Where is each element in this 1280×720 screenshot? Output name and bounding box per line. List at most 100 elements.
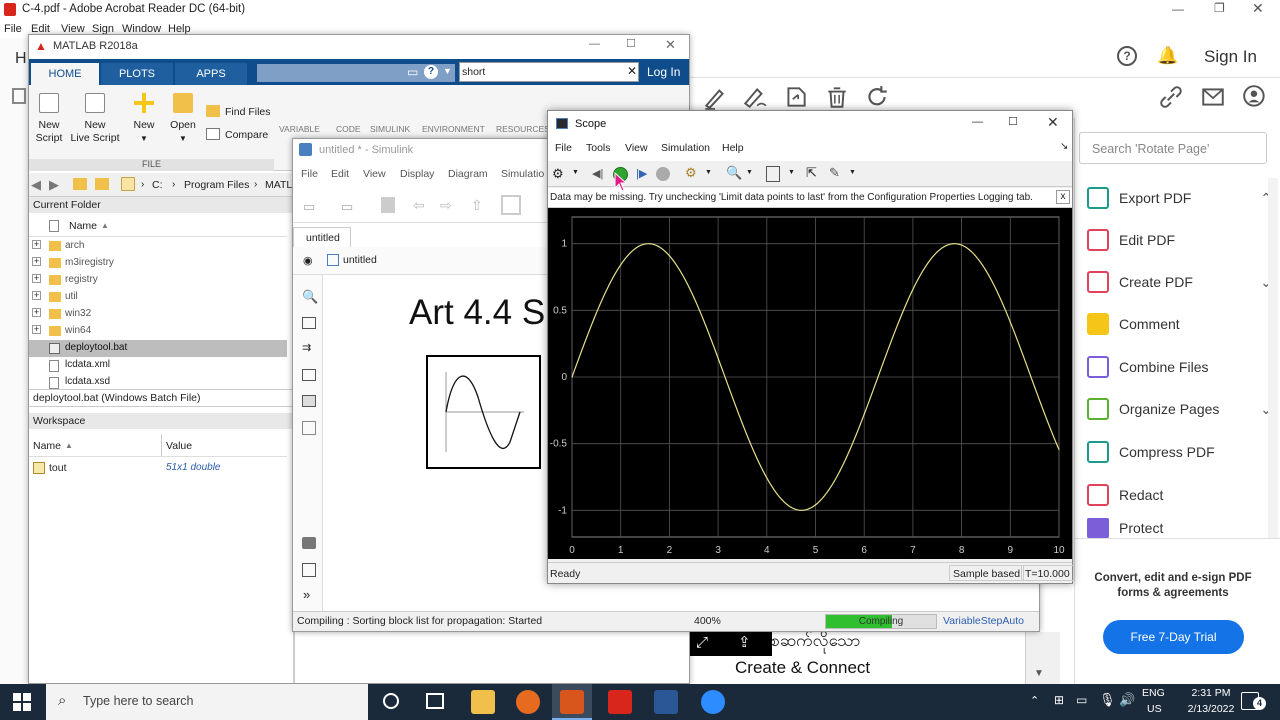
tab-home[interactable]: HOME (31, 63, 99, 85)
language-indicator[interactable]: ENG (1142, 687, 1165, 699)
dock-icon[interactable]: ↘ (1060, 141, 1068, 152)
new-button[interactable]: New ▼ (124, 93, 164, 145)
tools-scrollbar[interactable] (1268, 178, 1278, 538)
region-indicator[interactable]: US (1147, 703, 1162, 715)
menu-display[interactable]: Display (400, 168, 434, 180)
file-explorer-icon[interactable] (471, 690, 495, 714)
close-icon[interactable]: ✕ (1047, 114, 1059, 131)
taskbar-search-box[interactable]: ⌕ Type here to search (46, 684, 368, 720)
tool-protect[interactable]: Protect (1087, 518, 1272, 538)
ws-name-header[interactable]: Name (33, 440, 61, 452)
expand-palette-icon[interactable]: » (303, 587, 310, 602)
list-item[interactable]: + util (29, 289, 287, 306)
measurement-icon[interactable]: ✎ (829, 165, 840, 181)
expand-icon[interactable]: + (32, 291, 41, 300)
chevron-down-icon[interactable]: ▼ (572, 169, 579, 176)
sign-icon[interactable] (742, 84, 768, 110)
tool-comment[interactable]: Comment (1087, 303, 1272, 345)
file-list-header[interactable]: Name ▲ (29, 215, 287, 237)
windows-start-icon[interactable] (13, 693, 31, 711)
bell-icon[interactable]: 🔔 (1157, 46, 1178, 66)
library-browser-icon[interactable] (501, 195, 521, 215)
expand-icon[interactable]: + (32, 308, 41, 317)
menu-diagram[interactable]: Diagram (448, 168, 488, 180)
model-browser-icon[interactable]: ◉ (303, 254, 313, 267)
breadcrumb-label[interactable]: untitled (343, 254, 377, 266)
minimize-icon[interactable]: — (972, 116, 983, 128)
solver-link[interactable]: VariableStepAuto (943, 615, 1024, 627)
word-icon[interactable] (654, 690, 678, 714)
properties-icon[interactable] (302, 563, 316, 577)
help-icon[interactable]: ? (1117, 46, 1137, 66)
page-thumbnails-icon[interactable] (12, 88, 26, 104)
open-button[interactable]: Open ▼ (163, 93, 203, 145)
settings-gear-icon[interactable]: ⚙ (552, 166, 564, 182)
autoscale-icon[interactable] (766, 166, 780, 182)
microphone-icon[interactable]: 🎙 (1099, 692, 1116, 708)
step-forward-icon[interactable]: |▶ (636, 167, 647, 180)
zoom-app-icon[interactable] (701, 690, 725, 714)
menu-simulation[interactable]: Simulatio (501, 168, 544, 180)
acrobat-icon[interactable] (608, 690, 632, 714)
sine-plot[interactable]: 0 1 2 3 4 5 6 7 8 9 10 1 0.5 0 -0.5 -1 (548, 208, 1072, 559)
back-icon[interactable]: ◀ (31, 177, 41, 193)
zoom-icon[interactable]: 🔍 (302, 289, 318, 305)
compare-button[interactable]: Compare (225, 129, 268, 141)
up-icon[interactable]: ⇧ (471, 197, 483, 214)
tab-untitled[interactable]: untitled (293, 227, 351, 247)
minimize-icon[interactable]: — (1172, 2, 1184, 16)
send-icon[interactable] (783, 84, 809, 110)
clear-search-icon[interactable]: ✕ (627, 64, 637, 78)
sign-in-button[interactable]: Sign In (1204, 47, 1257, 67)
menu-edit[interactable]: Edit (331, 168, 349, 180)
task-view-icon[interactable] (426, 693, 444, 709)
chevron-down-icon[interactable]: ▼ (849, 169, 856, 176)
free-trial-button[interactable]: Free 7-Day Trial (1103, 620, 1244, 654)
layout-icon[interactable]: ▭ (407, 65, 418, 79)
network-icon[interactable]: ⊞ (1054, 693, 1064, 707)
search-documentation-input[interactable]: short ✕ (459, 62, 639, 82)
save-icon[interactable] (381, 197, 395, 213)
login-button[interactable]: Log In (647, 65, 680, 79)
share-user-icon[interactable] (1242, 84, 1268, 110)
new-script-button[interactable]: New Script (29, 93, 69, 145)
restore-icon[interactable]: ❐ (1214, 1, 1225, 15)
menu-file[interactable]: File (555, 142, 572, 154)
tool-export-pdf[interactable]: Export PDF ⌃ (1087, 177, 1272, 219)
section-variable[interactable]: VARIABLE (279, 124, 320, 134)
expand-icon[interactable]: + (32, 274, 41, 283)
tab-apps[interactable]: APPS (175, 63, 247, 85)
ws-value-header[interactable]: Value (166, 440, 192, 452)
list-item[interactable]: + win64 (29, 323, 287, 340)
clock-date[interactable]: 2/13/2022 (1173, 703, 1249, 715)
highlight-block-icon[interactable]: ⚙ (685, 165, 697, 181)
section-resources[interactable]: RESOURCES (496, 124, 550, 134)
tool-organize-pages[interactable]: Organize Pages ⌄ (1087, 388, 1272, 430)
tool-create-pdf[interactable]: Create PDF ⌄ (1087, 261, 1272, 303)
new-live-script-button[interactable]: New Live Script (69, 93, 121, 145)
table-row[interactable]: tout 51x1 double (29, 459, 287, 477)
expand-icon[interactable]: + (32, 325, 41, 334)
list-item[interactable]: + win32 (29, 306, 287, 323)
minimize-icon[interactable]: — (589, 38, 600, 50)
path-segment-drive[interactable]: C: (152, 179, 163, 191)
upload-icon[interactable]: ⇪ (738, 633, 751, 651)
delete-icon[interactable] (824, 84, 850, 110)
menu-file[interactable]: File (4, 23, 22, 35)
path-segment-matlab[interactable]: MATL (265, 179, 292, 191)
new-model-icon[interactable]: ▭ (303, 199, 315, 215)
annotation-icon[interactable] (302, 369, 316, 381)
list-item[interactable]: + m3iregistry (29, 255, 287, 272)
browse-folder-icon[interactable] (95, 178, 109, 190)
area-icon[interactable] (302, 421, 316, 435)
menu-tools[interactable]: Tools (586, 142, 611, 154)
battery-icon[interactable]: ▭ (1076, 693, 1087, 707)
image-icon[interactable] (302, 395, 316, 407)
cortana-icon[interactable] (383, 693, 399, 709)
clock-time[interactable]: 2:31 PM (1180, 687, 1242, 699)
name-column-header[interactable]: Name (69, 220, 97, 232)
expand-icon[interactable]: + (32, 240, 41, 249)
fullscreen-icon[interactable]: ⤢ (696, 634, 708, 651)
close-icon[interactable]: ✕ (1252, 0, 1264, 17)
email-icon[interactable] (1200, 84, 1226, 110)
